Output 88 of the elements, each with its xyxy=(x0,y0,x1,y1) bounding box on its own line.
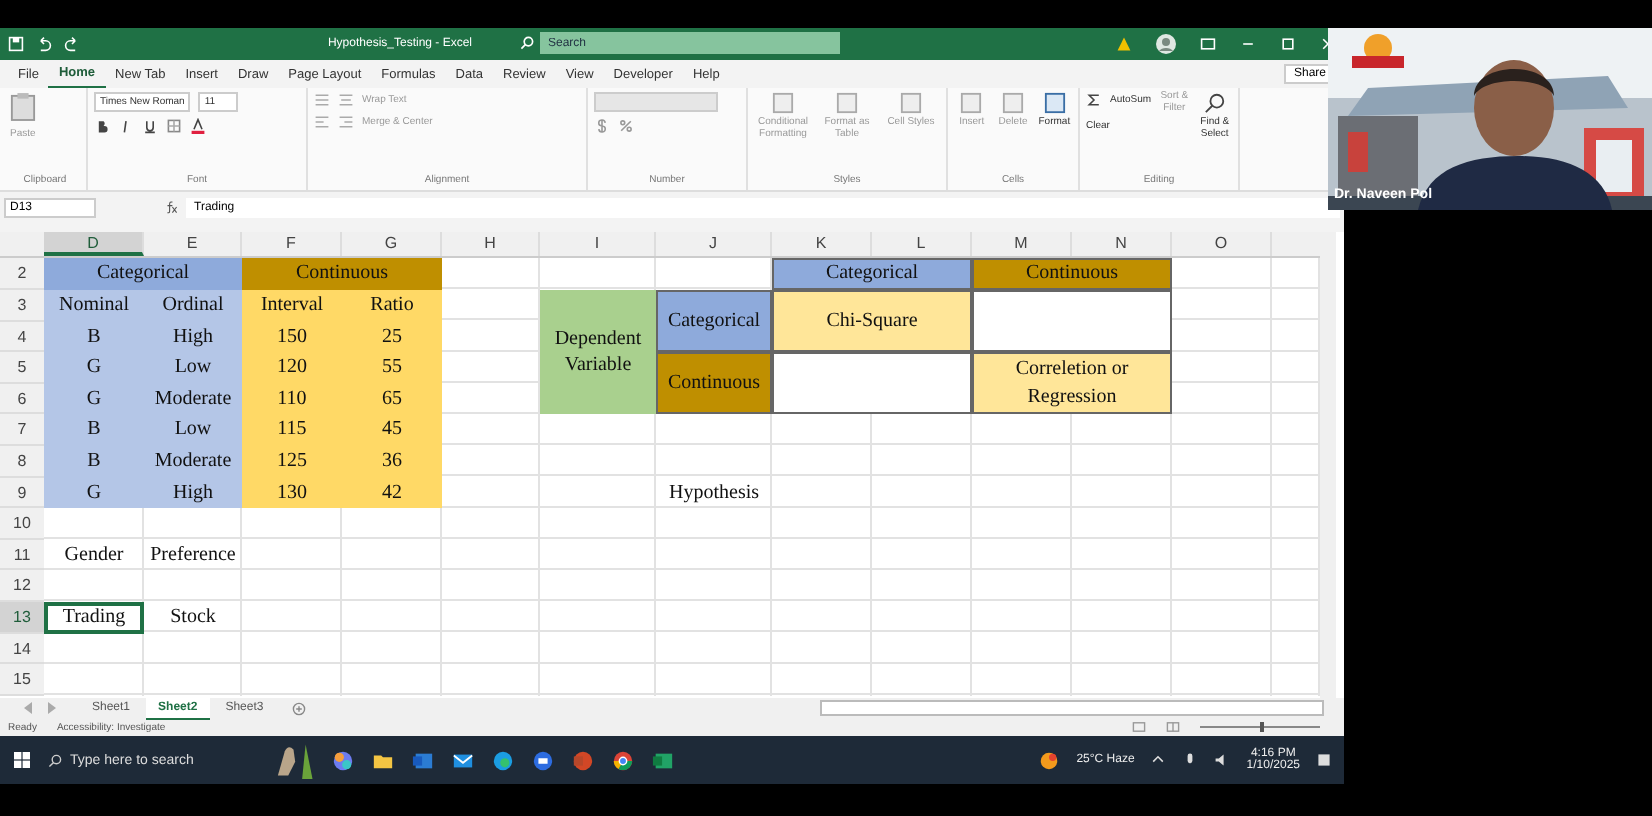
search-icon[interactable] xyxy=(520,36,534,51)
column-header[interactable]: F xyxy=(242,232,342,257)
column-header[interactable]: J xyxy=(656,232,772,257)
font-color-icon[interactable] xyxy=(190,118,206,135)
column-heading: Categorical xyxy=(772,258,972,290)
save-icon[interactable] xyxy=(8,35,24,52)
table-cell: 25 xyxy=(342,321,442,353)
column-heading: Ordinal xyxy=(144,289,242,322)
cell-text: Gender xyxy=(62,541,126,570)
column-heading: Ratio xyxy=(342,289,442,322)
table-cell: 120 xyxy=(242,352,342,384)
meeting-icon[interactable] xyxy=(532,749,554,772)
column-header[interactable]: D xyxy=(44,232,144,257)
copilot-icon[interactable] xyxy=(332,749,354,772)
cell-text: Preference xyxy=(148,541,238,570)
table-cell: Low xyxy=(144,352,242,384)
table-cell: 150 xyxy=(242,321,342,353)
avatar-icon[interactable] xyxy=(1156,33,1176,54)
word-icon[interactable] xyxy=(412,749,434,772)
table-icon[interactable] xyxy=(1043,92,1066,115)
notification-icon[interactable] xyxy=(1316,752,1332,769)
weather-icon[interactable] xyxy=(1038,749,1061,772)
add-sheet-icon[interactable] xyxy=(291,701,306,716)
bold-icon[interactable] xyxy=(94,118,110,135)
currency-icon[interactable] xyxy=(594,118,610,135)
table-cell: Correletion or Regression xyxy=(972,352,1172,415)
excel-icon[interactable] xyxy=(652,749,674,772)
table-cell: Low xyxy=(144,414,242,446)
column-header[interactable]: M xyxy=(972,232,1072,257)
warning-icon[interactable] xyxy=(1116,35,1132,52)
table-cell: G xyxy=(44,477,144,509)
row-title: Dependent Variable xyxy=(540,289,656,415)
table-cell: Moderate xyxy=(144,383,242,415)
table-cell: 55 xyxy=(342,352,442,384)
column-header[interactable]: H xyxy=(442,232,540,257)
chrome-icon[interactable] xyxy=(612,749,634,772)
horizontal-scrollbar[interactable] xyxy=(820,700,1324,717)
table-cell: 125 xyxy=(242,445,342,478)
group-header: Continuous xyxy=(242,258,442,290)
edge-icon[interactable] xyxy=(492,749,514,772)
table-cell: 36 xyxy=(342,445,442,478)
table-cell: 45 xyxy=(342,414,442,446)
column-header[interactable]: I xyxy=(540,232,656,257)
table-cell: 130 xyxy=(242,477,342,509)
table-cell: Moderate xyxy=(144,445,242,478)
function-icon[interactable] xyxy=(164,200,178,215)
table-cell: 65 xyxy=(342,383,442,415)
percent-icon[interactable] xyxy=(618,118,634,135)
row-heading: Categorical xyxy=(656,289,772,353)
table-cell: G xyxy=(44,352,144,384)
table-cell: 110 xyxy=(242,383,342,415)
column-header[interactable]: E xyxy=(144,232,242,257)
mail-icon[interactable] xyxy=(452,749,474,772)
maximize-icon[interactable] xyxy=(1280,35,1296,52)
table-cell: B xyxy=(44,321,144,353)
underline-icon[interactable] xyxy=(142,118,158,135)
table-cell: Chi-Square xyxy=(772,289,972,353)
ribbon-display-icon[interactable] xyxy=(1200,35,1216,52)
undo-icon[interactable] xyxy=(36,35,52,52)
table-cell: B xyxy=(44,445,144,478)
row-heading: Continuous xyxy=(656,352,772,415)
redo-icon[interactable] xyxy=(64,35,80,52)
powerpoint-icon[interactable] xyxy=(572,749,594,772)
column-header[interactable]: N xyxy=(1072,232,1172,257)
table-cell: High xyxy=(144,477,242,509)
table-cell: G xyxy=(44,383,144,415)
search-icon[interactable] xyxy=(1203,92,1226,115)
clipboard-icon[interactable] xyxy=(10,92,36,123)
table-cell: High xyxy=(144,321,242,353)
column-header[interactable]: O xyxy=(1172,232,1272,257)
column-header[interactable]: K xyxy=(772,232,872,257)
table-cell: 115 xyxy=(242,414,342,446)
column-heading: Nominal xyxy=(44,289,144,322)
group-header: Categorical xyxy=(44,258,242,290)
cell-text: Hypothesis xyxy=(667,479,761,508)
sum-icon[interactable] xyxy=(1086,92,1102,109)
cell-text: Stock xyxy=(168,604,218,633)
column-heading: Continuous xyxy=(972,258,1172,290)
table-cell: B xyxy=(44,414,144,446)
cell-text: Trading xyxy=(44,601,144,634)
borders-icon[interactable] xyxy=(166,118,182,135)
table-cell: 42 xyxy=(342,477,442,509)
column-heading: Interval xyxy=(242,289,342,322)
column-header[interactable]: L xyxy=(872,232,972,257)
windows-icon[interactable] xyxy=(12,750,32,771)
row-header[interactable]: 13 xyxy=(0,601,44,634)
search-icon[interactable] xyxy=(48,753,62,768)
column-header[interactable]: G xyxy=(342,232,442,257)
